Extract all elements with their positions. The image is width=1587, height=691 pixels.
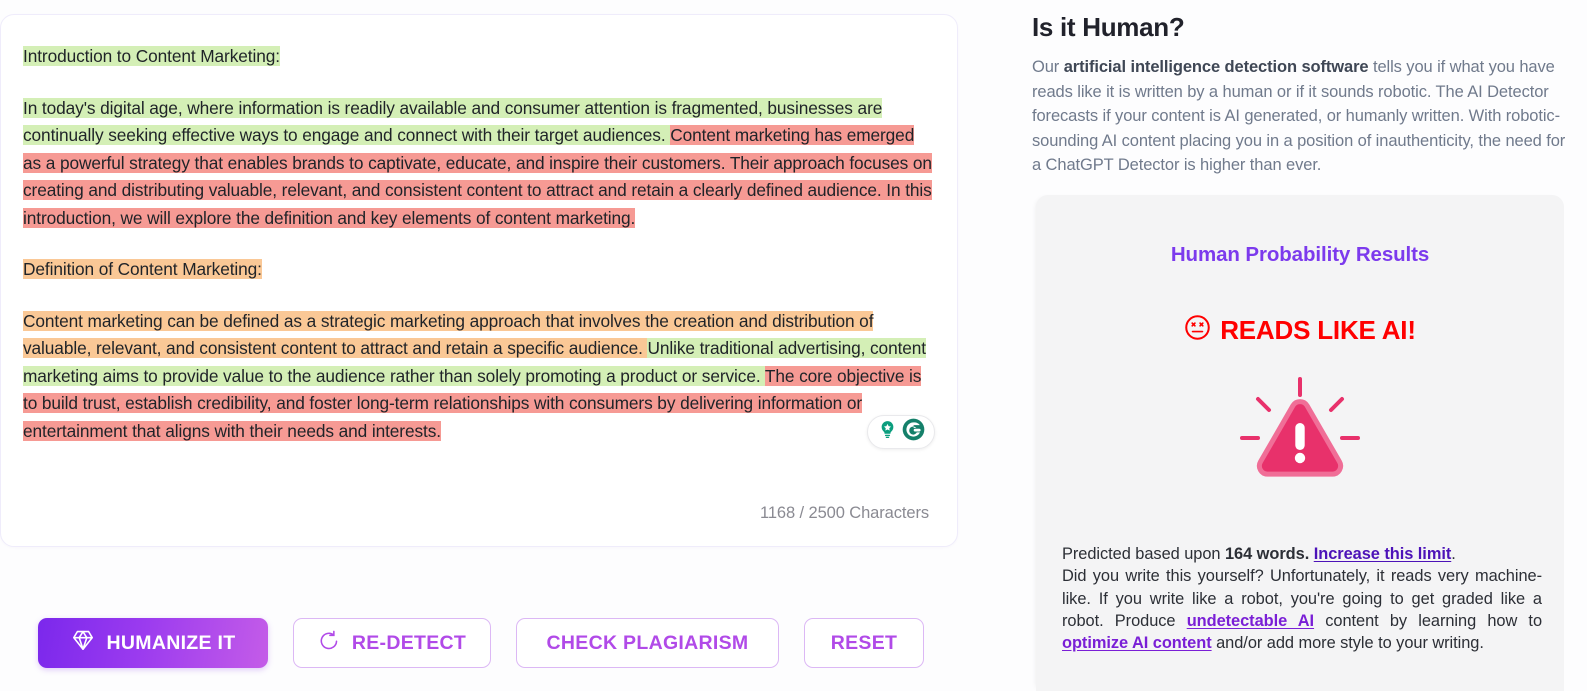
results-card: Human Probability Results READS LIKE AI! xyxy=(1036,195,1564,691)
note-word-count: 164 words. xyxy=(1225,545,1309,563)
highlighted-segment-green: Introduction to Content Marketing: xyxy=(23,46,280,66)
ai-detector-page: Introduction to Content Marketing: In tod… xyxy=(0,0,1587,691)
verdict-row: READS LIKE AI! xyxy=(1036,314,1564,346)
note-l1-pre: Predicted based upon xyxy=(1062,545,1225,563)
editor-paragraph: Content marketing can be defined as a st… xyxy=(23,308,933,446)
diamond-icon xyxy=(71,628,95,658)
check-plagiarism-button[interactable]: CHECK PLAGIARISM xyxy=(516,618,779,668)
editor-paragraph: Definition of Content Marketing: xyxy=(23,256,933,284)
humanize-it-label: HUMANIZE IT xyxy=(107,632,236,655)
grammarly-widget[interactable] xyxy=(867,415,935,449)
text-editor-card[interactable]: Introduction to Content Marketing: In tod… xyxy=(0,14,958,547)
result-note-line1: Predicted based upon 164 words. Increase… xyxy=(1062,543,1542,565)
increase-limit-link[interactable]: Increase this limit xyxy=(1314,545,1452,563)
editor-content[interactable]: Introduction to Content Marketing: In tod… xyxy=(23,43,933,445)
desc-bold: artificial intelligence detection softwa… xyxy=(1064,58,1369,76)
undetectable-ai-link[interactable]: undetectable AI xyxy=(1187,612,1314,630)
result-note: Predicted based upon 164 words. Increase… xyxy=(1062,543,1542,654)
character-counter: 1168 / 2500 Characters xyxy=(760,504,929,523)
result-note-body: Did you write this yourself? Unfortunate… xyxy=(1062,565,1542,654)
desc-pre: Our xyxy=(1032,58,1064,76)
warning-triangle-icon xyxy=(1036,373,1564,495)
note-l2-b: content by learning how to xyxy=(1314,612,1542,630)
results-heading: Human Probability Results xyxy=(1036,243,1564,267)
editor-paragraph: Introduction to Content Marketing: xyxy=(23,43,933,71)
note-l2-c: and/or add more style to your writing. xyxy=(1212,634,1484,652)
rotate-ccw-icon xyxy=(318,629,340,657)
action-button-row: HUMANIZE IT RE-DETECT CHECK PLAGIARISM R… xyxy=(38,618,924,668)
highlighted-segment-orange: Definition of Content Marketing: xyxy=(23,259,262,279)
re-detect-label: RE-DETECT xyxy=(352,632,466,655)
note-l1-post: . xyxy=(1451,545,1456,563)
check-plagiarism-label: CHECK PLAGIARISM xyxy=(547,632,749,655)
humanize-it-button[interactable]: HUMANIZE IT xyxy=(38,618,268,668)
dizzy-face-icon xyxy=(1184,314,1211,346)
editor-column: Introduction to Content Marketing: In tod… xyxy=(0,0,990,691)
page-title: Is it Human? xyxy=(1032,12,1184,43)
reset-label: RESET xyxy=(831,632,898,655)
reset-button[interactable]: RESET xyxy=(804,618,924,668)
grammarly-logo-icon[interactable] xyxy=(901,417,926,447)
optimize-ai-content-link[interactable]: optimize AI content xyxy=(1062,634,1212,652)
verdict-text: READS LIKE AI! xyxy=(1220,315,1416,346)
editor-paragraph: In today's digital age, where informatio… xyxy=(23,95,933,233)
re-detect-button[interactable]: RE-DETECT xyxy=(293,618,491,668)
panel-description: Our artificial intelligence detection so… xyxy=(1032,55,1566,178)
lightbulb-icon[interactable] xyxy=(877,419,898,445)
results-column: Is it Human? Our artificial intelligence… xyxy=(1032,0,1587,691)
